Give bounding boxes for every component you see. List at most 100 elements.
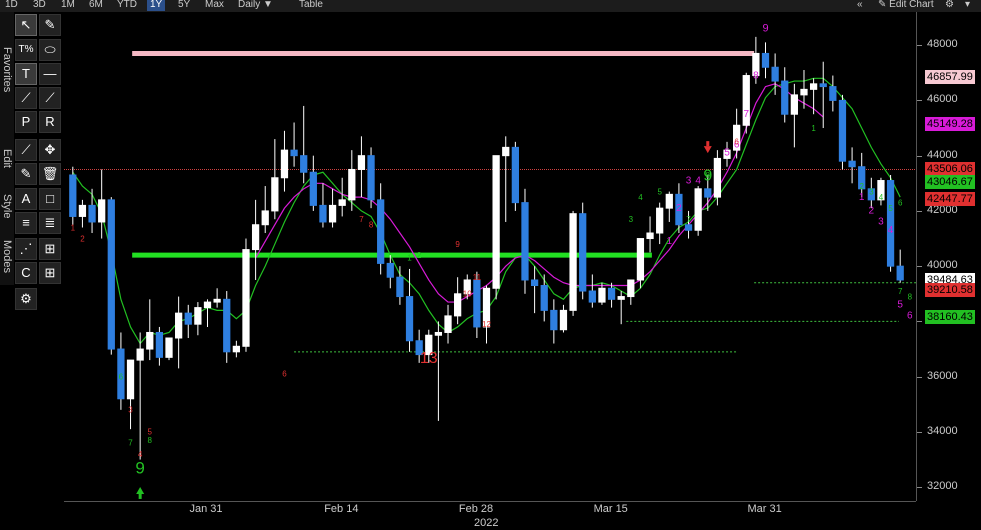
crosshair-mode-tool[interactable]: ⋰ — [15, 238, 37, 260]
sequential-count-label: 1 — [71, 223, 76, 232]
arrow-stem — [706, 141, 710, 147]
tab-edit-label: Edit — [1, 149, 13, 168]
candle-body — [136, 348, 144, 361]
candle-body — [251, 224, 260, 251]
candle-body — [300, 155, 308, 173]
price-chart-svg: 91399123 45678123456123456789101112667 81 2… — [64, 22, 916, 499]
sequential-count-label: 5 — [724, 148, 730, 159]
edit-chart-button[interactable]: ✎ Edit Chart — [878, 0, 934, 11]
candle-body — [88, 204, 96, 223]
candle-body — [232, 345, 240, 353]
grid-mode-tool[interactable]: ⊞ — [39, 238, 61, 260]
candle-body — [396, 276, 404, 298]
ray-tool[interactable]: ⟋ — [39, 87, 61, 109]
table-button[interactable]: Table — [296, 0, 326, 11]
layout-mode-tool[interactable]: ⊞ — [39, 262, 61, 284]
y-axis-tick-label: 46000 — [927, 93, 958, 106]
x-axis-tick-label: Feb 14 — [324, 503, 359, 515]
y-axis-tick-label: 42000 — [927, 203, 958, 216]
sequential-count-label: 9 — [135, 458, 144, 477]
collapse-icon[interactable]: « — [857, 0, 863, 11]
sequential-count-label: 5 — [888, 204, 893, 213]
candle-body — [261, 210, 269, 226]
settings-tool-icon[interactable]: ⚙ — [15, 288, 37, 310]
candle-body — [569, 213, 577, 311]
chart-area[interactable]: 9 13 9 9 1 2 3 4 5 6 7 8 1 2 3 4 5 6 1 2 3 4 5 6 7 8 9 10 11 12 6 6 7 8 1 2… — [64, 12, 916, 501]
range-ytd-button[interactable]: YTD — [114, 0, 140, 11]
y-axis-tick-label: 34000 — [927, 424, 958, 437]
price-level-badge: 39210.58 — [925, 282, 975, 297]
sequential-count-label: 13 — [420, 350, 438, 367]
gear-icon[interactable]: ⚙ — [945, 0, 954, 11]
candle-body — [242, 249, 250, 347]
horizontal-line-tool[interactable]: — — [39, 63, 61, 85]
candle-body — [502, 146, 510, 157]
price-level-badge: 43046.67 — [925, 174, 975, 189]
y-axis-tick-label: 48000 — [927, 38, 958, 51]
ratio-tool[interactable]: R — [39, 111, 61, 133]
line-weight-tool[interactable]: ≡ — [15, 212, 37, 234]
range-3d-button[interactable]: 3D — [30, 0, 49, 11]
ellipse-tool[interactable]: ⬭ — [39, 39, 61, 61]
candle-body — [348, 168, 356, 201]
candle-body — [454, 293, 462, 317]
move-tool[interactable]: ✥ — [39, 139, 61, 161]
sequential-count-label: 8 — [753, 70, 759, 81]
candle-body — [684, 224, 693, 231]
candle-body — [126, 359, 135, 400]
compare-mode-tool[interactable]: C — [15, 262, 37, 284]
text-percent-tool[interactable]: T% — [15, 39, 37, 61]
fill-tool[interactable]: □ — [39, 188, 61, 210]
sequential-count-label: 2 — [417, 251, 422, 260]
sequential-count-label: 6 — [119, 372, 124, 381]
candle-body — [886, 180, 895, 267]
y-axis-tick-label: 32000 — [927, 480, 958, 493]
candle-body — [617, 296, 625, 300]
magenta-moving-average-line — [255, 83, 824, 303]
edit-tool[interactable]: ✎ — [15, 163, 37, 185]
text-tool[interactable]: T — [15, 63, 37, 85]
candle-body — [781, 80, 789, 115]
sequential-count-label: 3 — [686, 175, 692, 186]
sequential-count-label: 5 — [897, 300, 903, 311]
y-axis-tick — [917, 431, 922, 433]
period-dropdown[interactable]: Daily ▼ — [235, 0, 276, 11]
range-1d-button[interactable]: 1D — [2, 0, 21, 11]
trash-icon[interactable]: 🗑 — [39, 163, 61, 185]
candle-body — [511, 146, 519, 204]
candle-body — [194, 307, 202, 325]
sequential-count-label: 3 — [629, 215, 634, 224]
y-axis-tick — [917, 321, 922, 323]
menu-chevron-icon[interactable]: ▾ — [965, 0, 970, 11]
candle-body — [838, 99, 847, 162]
range-6m-button[interactable]: 6M — [86, 0, 106, 11]
sequential-count-label: 8 — [369, 220, 374, 229]
candle-body — [848, 160, 856, 168]
candle-body — [559, 309, 568, 331]
sequential-count-label: 5 — [657, 187, 662, 196]
candle-body — [107, 199, 115, 350]
cursor-tool[interactable]: ↖ — [15, 14, 37, 36]
line-style-tool[interactable]: ≣ — [39, 212, 61, 234]
sequential-count-label: 12 — [482, 320, 491, 329]
price-level-badge: 38160.43 — [925, 309, 975, 324]
candle-body — [184, 312, 192, 325]
price-tool[interactable]: P — [15, 111, 37, 133]
font-tool[interactable]: A — [15, 188, 37, 210]
trendline-tool[interactable]: ⟋ — [15, 87, 37, 109]
candle-body — [646, 232, 654, 240]
range-5y-button[interactable]: 5Y — [175, 0, 193, 11]
draw-line-tool[interactable]: ⟋ — [15, 139, 37, 161]
sequential-count-label: 7 — [128, 439, 133, 448]
price-level-badge: 46857.99 — [925, 69, 975, 84]
candle-body — [771, 66, 779, 82]
candle-body — [704, 188, 712, 198]
sequential-count-label: 8 — [706, 171, 711, 180]
pen-tool[interactable]: ✎ — [39, 14, 61, 36]
y-axis-tick — [917, 155, 922, 157]
range-1m-button[interactable]: 1M — [58, 0, 78, 11]
range-1y-button[interactable]: 1Y — [147, 0, 166, 11]
candle-body — [694, 188, 702, 231]
candle-body — [588, 290, 596, 303]
range-max-button[interactable]: Max — [202, 0, 227, 11]
